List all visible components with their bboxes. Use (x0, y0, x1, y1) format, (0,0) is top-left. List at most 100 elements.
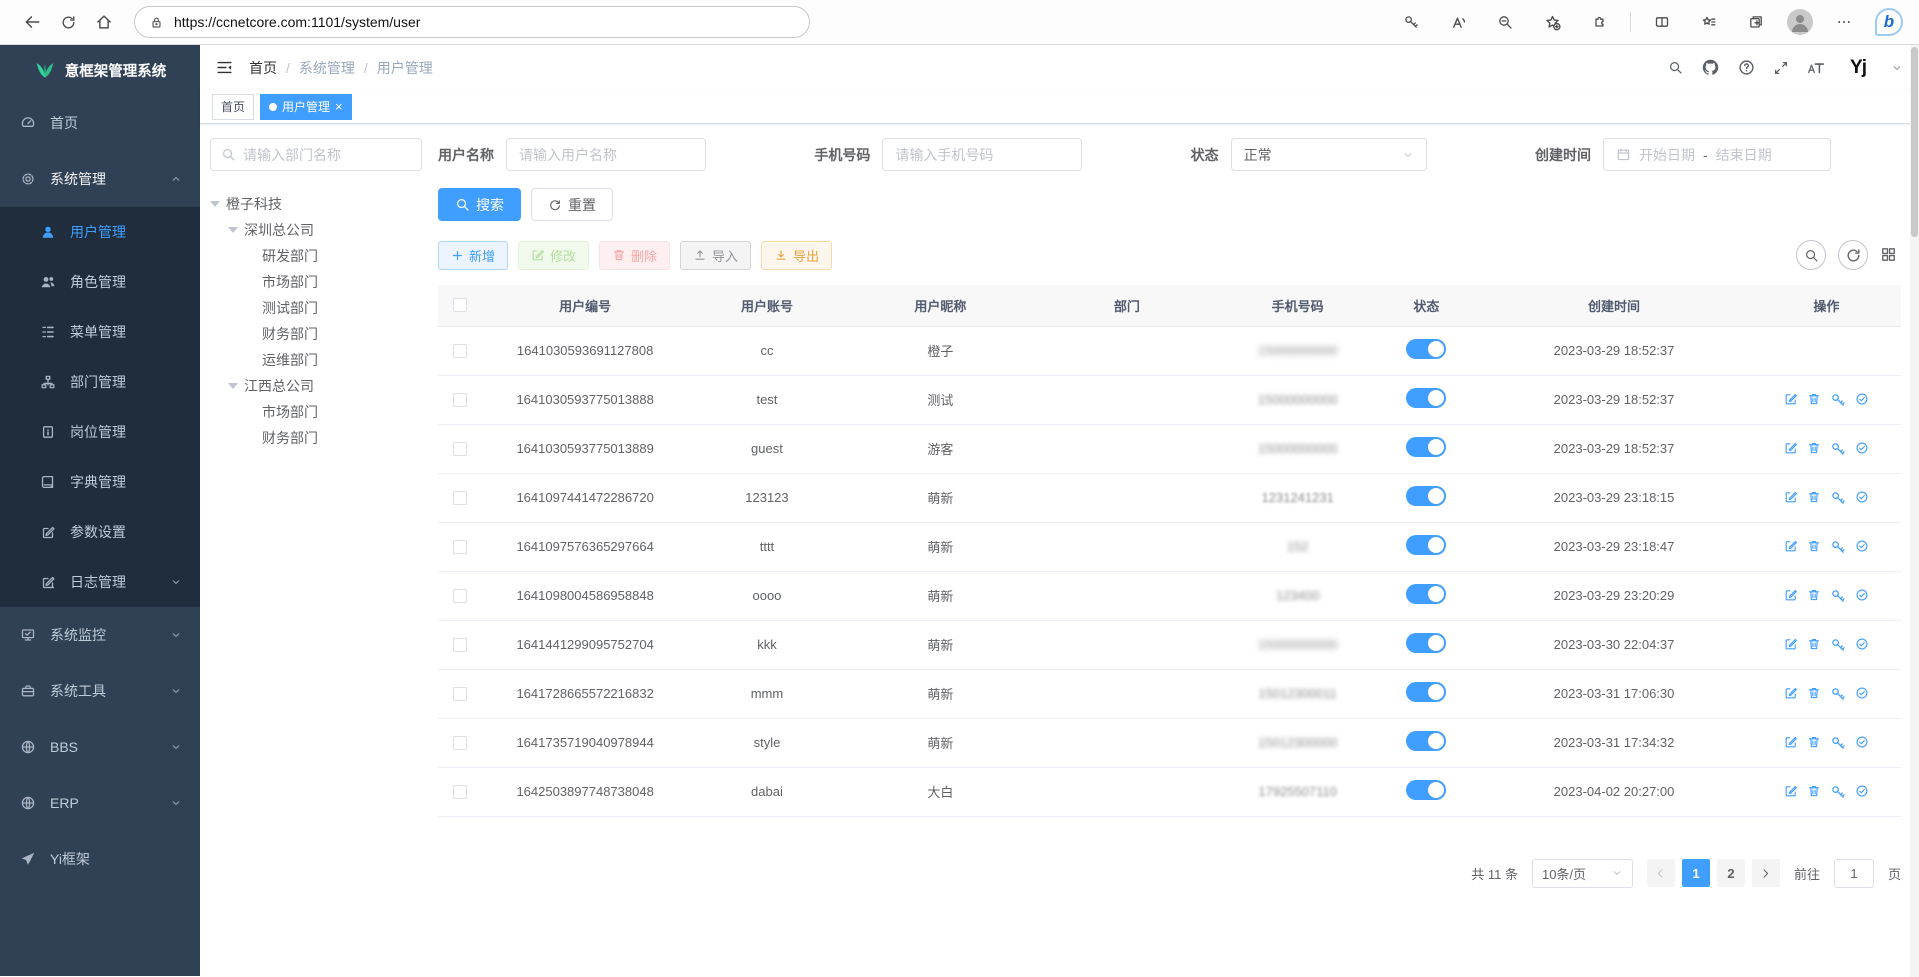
collections-button[interactable] (1740, 6, 1772, 38)
date-range-picker[interactable]: 开始日期 - 结束日期 (1603, 138, 1831, 171)
font-size-icon[interactable] (1807, 59, 1825, 77)
goto-page-input[interactable] (1834, 859, 1874, 888)
add-favorite-button[interactable] (1536, 6, 1568, 38)
refresh-table-button[interactable] (1838, 240, 1868, 270)
sidebar-item-monitor[interactable]: 系统监控 (0, 607, 200, 663)
key-icon[interactable] (1830, 686, 1846, 702)
user-avatar[interactable]: Yj (1843, 53, 1873, 83)
sidebar-item-erp[interactable]: ERP (0, 775, 200, 831)
help-icon[interactable] (1738, 59, 1755, 76)
edit-icon[interactable] (1784, 686, 1798, 702)
tree-node[interactable]: 深圳总公司 (210, 217, 422, 243)
circle-check-icon[interactable] (1855, 392, 1869, 408)
browser-back-button[interactable] (16, 6, 48, 38)
edit-icon[interactable] (1784, 588, 1798, 604)
browser-menu-button[interactable] (1828, 6, 1860, 38)
tag-item[interactable]: 首页 (212, 94, 254, 120)
github-icon[interactable] (1701, 58, 1720, 77)
delete-icon[interactable] (1807, 490, 1821, 506)
status-toggle[interactable] (1406, 780, 1446, 800)
column-settings-button[interactable] (1880, 246, 1897, 264)
row-checkbox[interactable] (453, 638, 467, 652)
sidebar-item-menu[interactable]: 菜单管理 (0, 307, 200, 357)
status-select[interactable]: 正常 (1231, 138, 1427, 171)
tree-node[interactable]: 市场部门 (210, 269, 422, 295)
circle-check-icon[interactable] (1855, 588, 1869, 604)
search-button[interactable]: 搜索 (438, 188, 521, 221)
edit-button[interactable]: 修改 (518, 241, 589, 270)
row-checkbox[interactable] (453, 540, 467, 554)
edit-icon[interactable] (1784, 637, 1798, 653)
delete-icon[interactable] (1807, 637, 1821, 653)
tree-node[interactable]: 江西总公司 (210, 373, 422, 399)
fullscreen-icon[interactable] (1773, 60, 1789, 76)
browser-profile-button[interactable] (1787, 9, 1813, 35)
department-search-input[interactable]: 请输入部门名称 (210, 138, 422, 171)
edit-icon[interactable] (1784, 539, 1798, 555)
scrollbar-thumb[interactable] (1911, 47, 1918, 237)
breadcrumb-item[interactable]: 用户管理 (377, 58, 433, 78)
key-icon[interactable] (1830, 539, 1846, 555)
tree-node[interactable]: 财务部门 (210, 321, 422, 347)
sidebar-item-system[interactable]: 系统管理 (0, 151, 200, 207)
edit-icon[interactable] (1784, 784, 1798, 800)
sidebar-item-dict[interactable]: 字典管理 (0, 457, 200, 507)
circle-check-icon[interactable] (1855, 735, 1869, 751)
bing-chat-button[interactable]: b (1875, 8, 1903, 36)
delete-icon[interactable] (1807, 784, 1821, 800)
tree-node[interactable]: 运维部门 (210, 347, 422, 373)
select-all-checkbox[interactable] (453, 298, 467, 312)
delete-icon[interactable] (1807, 735, 1821, 751)
status-toggle[interactable] (1406, 682, 1446, 702)
circle-check-icon[interactable] (1855, 686, 1869, 702)
sidebar-item-post[interactable]: 岗位管理 (0, 407, 200, 457)
tree-node[interactable]: 橙子科技 (210, 191, 422, 217)
row-checkbox[interactable] (453, 442, 467, 456)
edit-icon[interactable] (1784, 490, 1798, 506)
delete-button[interactable]: 删除 (599, 241, 670, 270)
status-toggle[interactable] (1406, 731, 1446, 751)
sidebar-item-log[interactable]: 日志管理 (0, 557, 200, 607)
sidebar-item-dept[interactable]: 部门管理 (0, 357, 200, 407)
row-checkbox[interactable] (453, 491, 467, 505)
row-checkbox[interactable] (453, 785, 467, 799)
zoom-out-button[interactable] (1489, 6, 1521, 38)
browser-scrollbar[interactable] (1910, 45, 1919, 977)
status-toggle[interactable] (1406, 633, 1446, 653)
key-icon[interactable] (1830, 735, 1846, 751)
status-toggle[interactable] (1406, 535, 1446, 555)
delete-icon[interactable] (1807, 588, 1821, 604)
username-input[interactable]: 请输入用户名称 (506, 138, 706, 171)
sidebar-item-yiframe[interactable]: Yi框架 (0, 831, 200, 887)
delete-icon[interactable] (1807, 392, 1821, 408)
split-screen-button[interactable] (1646, 6, 1678, 38)
row-checkbox[interactable] (453, 344, 467, 358)
row-checkbox[interactable] (453, 736, 467, 750)
page-button[interactable]: 2 (1717, 859, 1745, 887)
sidebar-fold-icon[interactable] (216, 59, 233, 76)
tree-node[interactable]: 财务部门 (210, 425, 422, 451)
import-button[interactable]: 导入 (680, 241, 751, 270)
edit-icon[interactable] (1784, 735, 1798, 751)
phone-input[interactable]: 请输入手机号码 (882, 138, 1082, 171)
row-checkbox[interactable] (453, 393, 467, 407)
status-toggle[interactable] (1406, 437, 1446, 457)
row-checkbox[interactable] (453, 589, 467, 603)
circle-check-icon[interactable] (1855, 637, 1869, 653)
circle-check-icon[interactable] (1855, 441, 1869, 457)
toggle-search-button[interactable] (1796, 240, 1826, 270)
key-icon[interactable] (1830, 441, 1846, 457)
reset-button[interactable]: 重置 (531, 188, 613, 221)
export-button[interactable]: 导出 (761, 241, 832, 270)
chevron-down-icon[interactable] (1891, 62, 1903, 74)
extensions-button[interactable] (1583, 6, 1615, 38)
circle-check-icon[interactable] (1855, 539, 1869, 555)
delete-icon[interactable] (1807, 539, 1821, 555)
sidebar-item-user[interactable]: 用户管理 (0, 207, 200, 257)
search-icon[interactable] (1668, 60, 1683, 75)
url-bar[interactable]: https://ccnetcore.com:1101/system/user (134, 6, 810, 38)
status-toggle[interactable] (1406, 584, 1446, 604)
tree-node[interactable]: 研发部门 (210, 243, 422, 269)
page-size-select[interactable]: 10条/页 (1532, 859, 1633, 888)
tree-node[interactable]: 市场部门 (210, 399, 422, 425)
